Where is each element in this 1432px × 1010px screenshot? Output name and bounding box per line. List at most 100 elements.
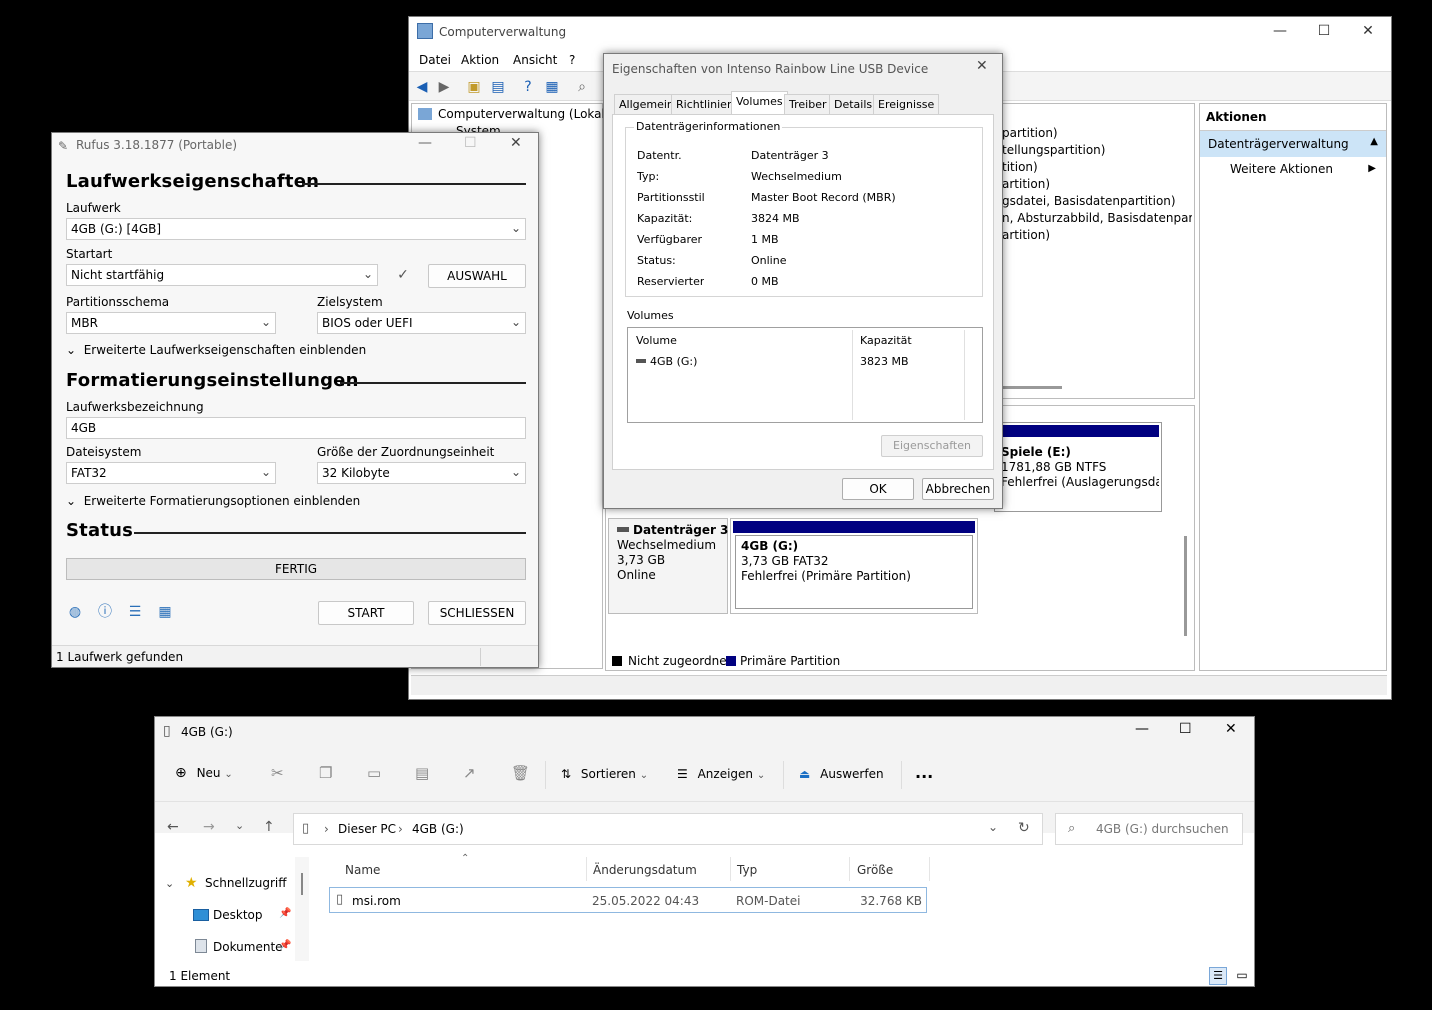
target-system-select[interactable]: BIOS oder UEFI ⌄	[317, 312, 526, 334]
volume-row[interactable]: artition)	[1002, 177, 1050, 191]
rename-icon[interactable]: ▤	[415, 764, 429, 782]
disk3-partition[interactable]: 4GB (G:) 3,73 GB FAT32 Fehlerfrei (Primä…	[730, 518, 978, 614]
row-capacity[interactable]: 3823 MB	[860, 355, 909, 368]
advanced-format-toggle[interactable]: ⌄ Erweiterte Formatierungsoptionen einbl…	[66, 494, 360, 508]
minimize-button[interactable]: —	[418, 135, 432, 151]
disk3-info[interactable]: Datenträger 3 Wechselmedium 3,73 GB Onli…	[608, 518, 728, 614]
expand-chevron-icon[interactable]: ⌄	[165, 877, 174, 890]
row-volume[interactable]: 4GB (G:)	[650, 355, 697, 368]
nav-documents[interactable]: Dokumente	[213, 940, 283, 954]
close-button[interactable]: ✕	[1345, 23, 1391, 39]
breadcrumb-this-pc[interactable]: Dieser PC	[338, 822, 396, 836]
volume-row[interactable]: tition)	[1002, 160, 1038, 174]
select-button[interactable]: AUSWAHL	[428, 264, 526, 288]
file-row[interactable]: ▯ msi.rom 25.05.2022 04:43 ROM-Datei 32.…	[329, 887, 927, 913]
tab-ereignisse[interactable]: Ereignisse	[873, 94, 940, 114]
horizontal-scrollbar[interactable]	[1002, 386, 1062, 389]
ok-button[interactable]: OK	[842, 478, 914, 500]
tree-root[interactable]: Computerverwaltung (Lokal)	[438, 107, 610, 121]
close-rufus-button[interactable]: SCHLIESSEN	[428, 601, 526, 625]
minimize-button[interactable]: —	[1257, 23, 1303, 39]
tab-treiber[interactable]: Treiber	[784, 94, 832, 114]
volumes-table[interactable]: Volume Kapazität 4GB (G:) 3823 MB	[627, 327, 983, 423]
cancel-button[interactable]: Abbrechen	[922, 478, 994, 500]
actions-section-disk-management[interactable]: Datenträgerverwaltung ▲	[1200, 131, 1386, 157]
more-actions-item[interactable]: Weitere Aktionen ▶	[1200, 157, 1386, 176]
details-view-icon[interactable]: ☰	[1209, 967, 1227, 985]
tab-allgemein[interactable]: Allgemein	[614, 94, 679, 114]
maximize-button[interactable]: ☐	[464, 135, 477, 151]
close-button[interactable]: ✕	[510, 135, 522, 151]
volume-row[interactable]: n, Absturzabbild, Basisdatenpartition	[1002, 211, 1192, 225]
properties-view-icon[interactable]: ▦	[543, 78, 561, 96]
show-tree-icon[interactable]: ▤	[489, 78, 507, 96]
chevron-down-icon[interactable]: ⌄	[988, 820, 998, 834]
refresh-icon[interactable]: ↻	[1018, 820, 1030, 836]
menu-aktion[interactable]: Aktion	[461, 53, 499, 67]
filesystem-select[interactable]: FAT32 ⌄	[66, 462, 276, 484]
address-bar[interactable]: ▯ › Dieser PC › 4GB (G:) ⌄ ↻	[293, 813, 1043, 845]
tab-volumes[interactable]: Volumes	[731, 91, 788, 114]
cut-icon[interactable]: ✂	[271, 764, 284, 782]
col-type[interactable]: Typ	[737, 863, 757, 877]
paste-icon[interactable]: ▭	[367, 764, 381, 782]
forward-arrow-icon[interactable]: ▶	[435, 78, 453, 96]
partition-scheme-select[interactable]: MBR ⌄	[66, 312, 276, 334]
up-folder-icon[interactable]: ▣	[465, 78, 483, 96]
volume-row[interactable]: artition)	[1002, 228, 1050, 242]
menu-help[interactable]: ?	[569, 53, 575, 67]
nav-desktop[interactable]: Desktop	[213, 908, 263, 922]
settings-sliders-icon[interactable]: ☰	[126, 603, 144, 621]
copy-icon[interactable]: ❐	[319, 764, 332, 782]
boot-select[interactable]: Nicht startfähig ⌄	[66, 264, 378, 286]
recent-chevron-icon[interactable]: ⌄	[235, 819, 244, 832]
column-divider[interactable]	[730, 857, 731, 881]
globe-icon[interactable]: ◍	[66, 603, 84, 621]
view-button[interactable]: ☰ Anzeigen ⌄	[677, 767, 765, 781]
more-options-button[interactable]: ...	[915, 763, 933, 782]
pin-icon[interactable]: 📌	[279, 908, 291, 919]
eject-button[interactable]: ⏏ Auswerfen	[799, 767, 884, 781]
new-button[interactable]: ⊕ Neu ⌄	[175, 765, 233, 781]
col-volume[interactable]: Volume	[636, 334, 677, 347]
col-modified[interactable]: Änderungsdatum	[593, 863, 697, 877]
start-button[interactable]: START	[318, 601, 414, 625]
info-icon[interactable]: ⓘ	[96, 603, 114, 621]
tiles-view-icon[interactable]: ▭	[1233, 967, 1251, 985]
help-icon[interactable]: ?	[519, 78, 537, 96]
tab-details[interactable]: Details	[829, 94, 878, 114]
connect-icon[interactable]: ⌕	[573, 78, 591, 96]
maximize-button[interactable]: ☐	[1179, 721, 1192, 737]
vertical-scrollbar[interactable]	[1184, 536, 1187, 636]
forward-arrow-icon[interactable]: →	[203, 819, 215, 835]
col-size[interactable]: Größe	[857, 863, 893, 877]
minimize-button[interactable]: —	[1135, 721, 1149, 737]
check-circle-icon[interactable]: ✓	[394, 266, 412, 284]
maximize-button[interactable]: ☐	[1301, 23, 1347, 39]
back-arrow-icon[interactable]: ◀	[413, 78, 431, 96]
scroll-thumb[interactable]	[301, 873, 303, 895]
nav-scrollbar[interactable]	[295, 857, 309, 961]
volume-row[interactable]: partition)	[1002, 126, 1058, 140]
pin-icon[interactable]: 📌	[279, 940, 291, 951]
back-arrow-icon[interactable]: ←	[167, 819, 179, 835]
tab-richtlinien[interactable]: Richtlinien	[671, 94, 739, 114]
nav-quick-access[interactable]: Schnellzugriff	[205, 876, 287, 890]
volume-row[interactable]: tellungspartition)	[1002, 143, 1105, 157]
col-name[interactable]: Name	[345, 863, 380, 877]
menu-ansicht[interactable]: Ansicht	[513, 53, 557, 67]
breadcrumb-drive[interactable]: 4GB (G:)	[412, 822, 464, 836]
close-button[interactable]: ✕	[1225, 721, 1237, 737]
disk-games-partition[interactable]: Spiele (E:) 1781,88 GB NTFS Fehlerfrei (…	[994, 422, 1162, 512]
search-box[interactable]: ⌕ 4GB (G:) durchsuchen	[1055, 813, 1243, 845]
column-divider[interactable]	[586, 857, 587, 881]
sort-button[interactable]: ⇅ Sortieren ⌄	[561, 767, 648, 781]
menu-datei[interactable]: Datei	[419, 53, 451, 67]
column-divider[interactable]	[929, 857, 930, 881]
delete-icon[interactable]: 🗑	[511, 764, 530, 782]
cluster-size-select[interactable]: 32 Kilobyte ⌄	[317, 462, 526, 484]
col-capacity[interactable]: Kapazität	[860, 334, 912, 347]
advanced-drive-toggle[interactable]: ⌄ Erweiterte Laufwerkseigenschaften einb…	[66, 343, 366, 357]
drive-select[interactable]: 4GB (G:) [4GB] ⌄	[66, 218, 526, 240]
volume-label-input[interactable]: 4GB	[66, 417, 526, 439]
